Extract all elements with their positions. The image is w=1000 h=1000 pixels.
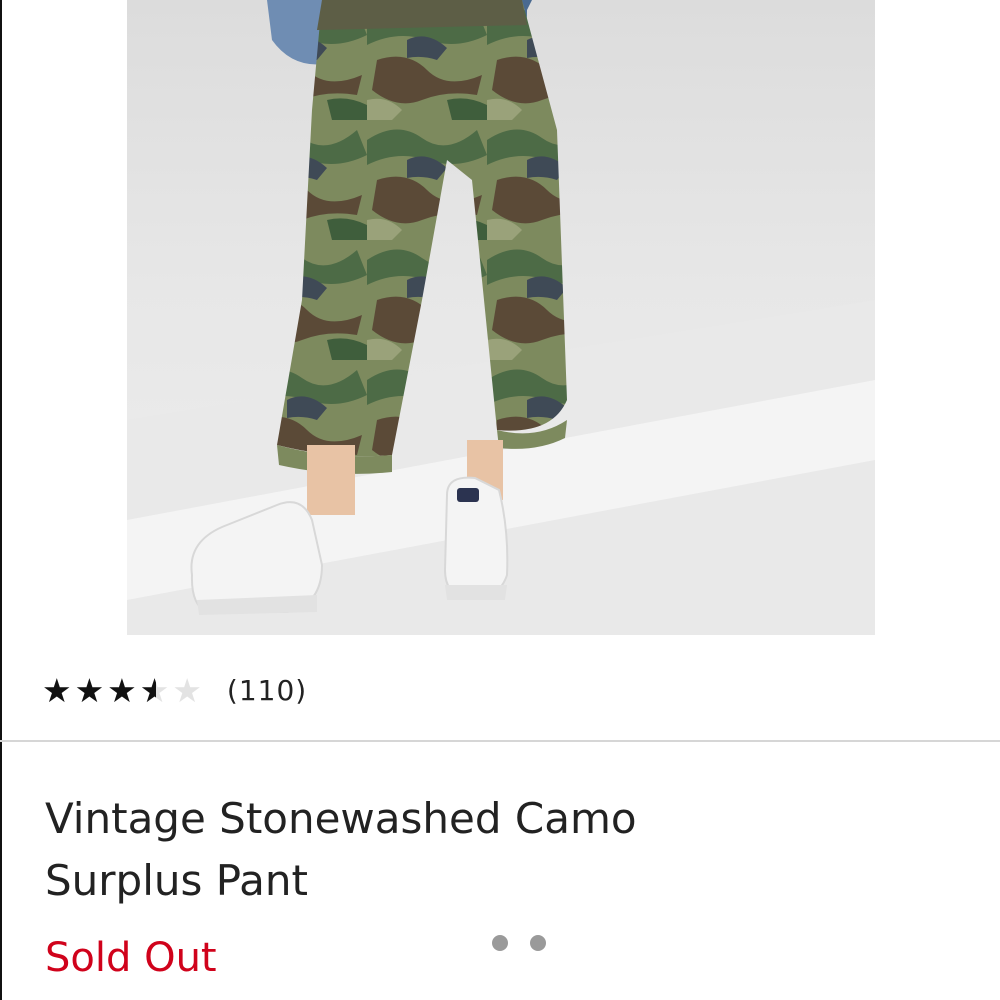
product-title: Vintage Stonewashed Camo Surplus Pant	[45, 794, 637, 905]
stars-filled: ★★★★★	[42, 673, 156, 707]
star-rating: ★★★★★ ★★★★★	[42, 674, 205, 707]
window-edge	[0, 0, 2, 1000]
carousel-pager	[492, 935, 546, 951]
product-page: ★★★★★ ★★★★★ (110) Vintage Stonewashed Ca…	[0, 0, 1000, 1000]
rating-row[interactable]: ★★★★★ ★★★★★ (110)	[42, 668, 307, 712]
product-image[interactable]	[127, 0, 875, 635]
carousel-dot[interactable]	[492, 935, 508, 951]
sold-out-status: Sold Out	[45, 935, 217, 981]
divider	[0, 740, 1000, 742]
product-photo	[127, 0, 875, 635]
carousel-dot[interactable]	[530, 935, 546, 951]
review-count[interactable]: (110)	[227, 674, 307, 707]
